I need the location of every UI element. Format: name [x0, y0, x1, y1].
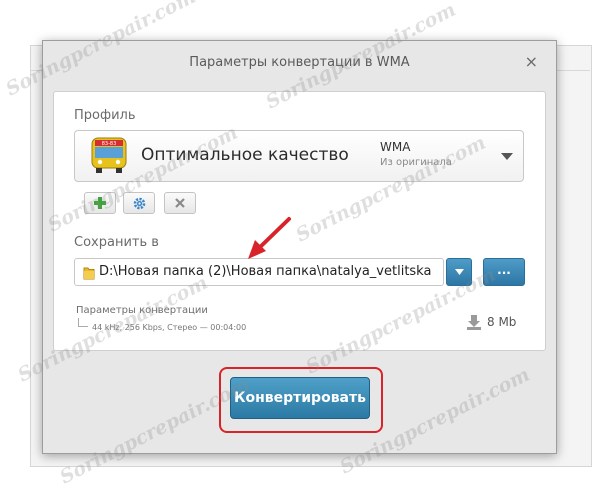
- chevron-down-icon: [454, 269, 464, 275]
- profile-format: WMA: [380, 140, 411, 154]
- add-icon: [94, 197, 106, 209]
- add-profile-button[interactable]: [84, 192, 116, 214]
- chevron-down-icon: [501, 153, 513, 160]
- conversion-params-details: 44 kHz, 256 Kbps, Стерео — 00:04:00: [92, 323, 247, 332]
- delete-profile-button[interactable]: [164, 192, 196, 214]
- file-size: 8 Mb: [487, 315, 517, 329]
- convert-button[interactable]: Конвертировать: [230, 377, 370, 419]
- conversion-dialog: Параметры конвертации в WMA × Профиль 83…: [42, 40, 557, 454]
- profile-label: Профиль: [74, 108, 136, 123]
- file-size-icon: [466, 314, 482, 334]
- convert-button-highlight: Конвертировать: [219, 367, 383, 433]
- conversion-params-label: Параметры конвертации: [76, 305, 208, 316]
- profile-select[interactable]: 83-83 Оптимальное качество WMA Из оригин…: [74, 130, 524, 182]
- browse-button[interactable]: ...: [483, 258, 525, 286]
- profile-settings-button[interactable]: [123, 192, 155, 214]
- save-path-field[interactable]: D:\Новая папка (2)\Новая папка\natalya_v…: [74, 258, 444, 286]
- dialog-title: Параметры конвертации в WMA: [189, 55, 410, 70]
- settings-panel: Профиль 83-83 Оптимальное качество WMA И…: [53, 91, 546, 351]
- profile-name: Оптимальное качество: [141, 145, 349, 165]
- path-history-dropdown[interactable]: [446, 258, 472, 286]
- bus-icon: 83-83: [89, 136, 129, 178]
- save-to-label: Сохранить в: [74, 235, 159, 250]
- svg-text:83-83: 83-83: [102, 141, 117, 147]
- tree-connector: [78, 318, 88, 327]
- close-icon: [175, 198, 185, 208]
- profile-format-source: Из оригинала: [380, 157, 452, 168]
- folder-icon: [83, 265, 95, 284]
- gear-icon: [133, 197, 145, 209]
- close-dialog-button[interactable]: ×: [525, 52, 538, 71]
- save-path-text: D:\Новая папка (2)\Новая папка\natalya_v…: [99, 264, 432, 279]
